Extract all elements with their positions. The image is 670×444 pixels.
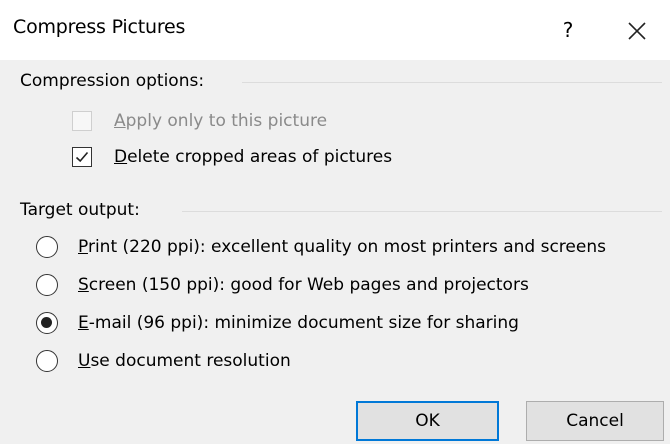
cancel-button[interactable]: Cancel bbox=[526, 401, 664, 441]
dialog-title: Compress Pictures bbox=[13, 16, 186, 38]
apply-only-checkbox[interactable] bbox=[72, 111, 92, 131]
delete-cropped-checkbox[interactable] bbox=[72, 147, 92, 167]
radio-screen-label: Screen (150 ppi): good for Web pages and… bbox=[78, 275, 529, 295]
radio-print[interactable] bbox=[36, 236, 58, 258]
delete-cropped-mnemonic: D bbox=[114, 147, 128, 167]
radio-screen[interactable] bbox=[36, 274, 58, 296]
radio-screen-label-rest: creen (150 ppi): good for Web pages and … bbox=[88, 275, 529, 295]
radio-email-mnemonic: E bbox=[78, 313, 89, 333]
radio-document-label-rest: se document resolution bbox=[90, 351, 291, 371]
dialog-title-bar: Compress Pictures ? bbox=[0, 0, 670, 60]
compression-options-label: Compression options: bbox=[20, 71, 205, 91]
target-output-divider bbox=[182, 211, 662, 212]
checkmark-icon bbox=[75, 151, 89, 163]
radio-screen-row[interactable]: Screen (150 ppi): good for Web pages and… bbox=[36, 273, 616, 299]
radio-email-label: E-mail (96 ppi): minimize document size … bbox=[78, 313, 519, 333]
radio-document[interactable] bbox=[36, 350, 58, 372]
radio-print-label: Print (220 ppi): excellent quality on mo… bbox=[78, 237, 606, 257]
target-output-label: Target output: bbox=[20, 200, 140, 220]
radio-print-label-rest: rint (220 ppi): excellent quality on mos… bbox=[87, 237, 606, 257]
apply-only-row[interactable]: Apply only to this picture bbox=[72, 109, 392, 135]
radio-print-mnemonic: P bbox=[78, 237, 88, 257]
radio-screen-mnemonic: S bbox=[78, 275, 89, 295]
delete-cropped-label: Delete cropped areas of pictures bbox=[114, 147, 392, 167]
radio-email-row[interactable]: E-mail (96 ppi): minimize document size … bbox=[36, 311, 576, 337]
delete-cropped-label-rest: elete cropped areas of pictures bbox=[127, 147, 393, 167]
radio-selected-dot bbox=[41, 317, 52, 328]
radio-print-row[interactable]: Print (220 ppi): excellent quality on mo… bbox=[36, 235, 666, 261]
compression-options-divider bbox=[242, 82, 662, 83]
apply-only-label: Apply only to this picture bbox=[114, 111, 327, 131]
help-button[interactable]: ? bbox=[553, 13, 583, 47]
apply-only-label-rest: pply only to this picture bbox=[125, 111, 328, 131]
radio-document-mnemonic: U bbox=[78, 351, 91, 371]
radio-email-label-rest: -mail (96 ppi): minimize document size f… bbox=[88, 313, 519, 333]
radio-email[interactable] bbox=[36, 312, 58, 334]
radio-document-row[interactable]: Use document resolution bbox=[36, 349, 356, 375]
dialog-body: Compression options: Apply only to this … bbox=[0, 60, 670, 444]
close-button[interactable] bbox=[620, 14, 654, 48]
close-icon bbox=[628, 22, 646, 40]
ok-button[interactable]: OK bbox=[356, 401, 499, 441]
radio-document-label: Use document resolution bbox=[78, 351, 291, 371]
apply-only-mnemonic: A bbox=[114, 111, 126, 131]
delete-cropped-row[interactable]: Delete cropped areas of pictures bbox=[72, 145, 452, 171]
